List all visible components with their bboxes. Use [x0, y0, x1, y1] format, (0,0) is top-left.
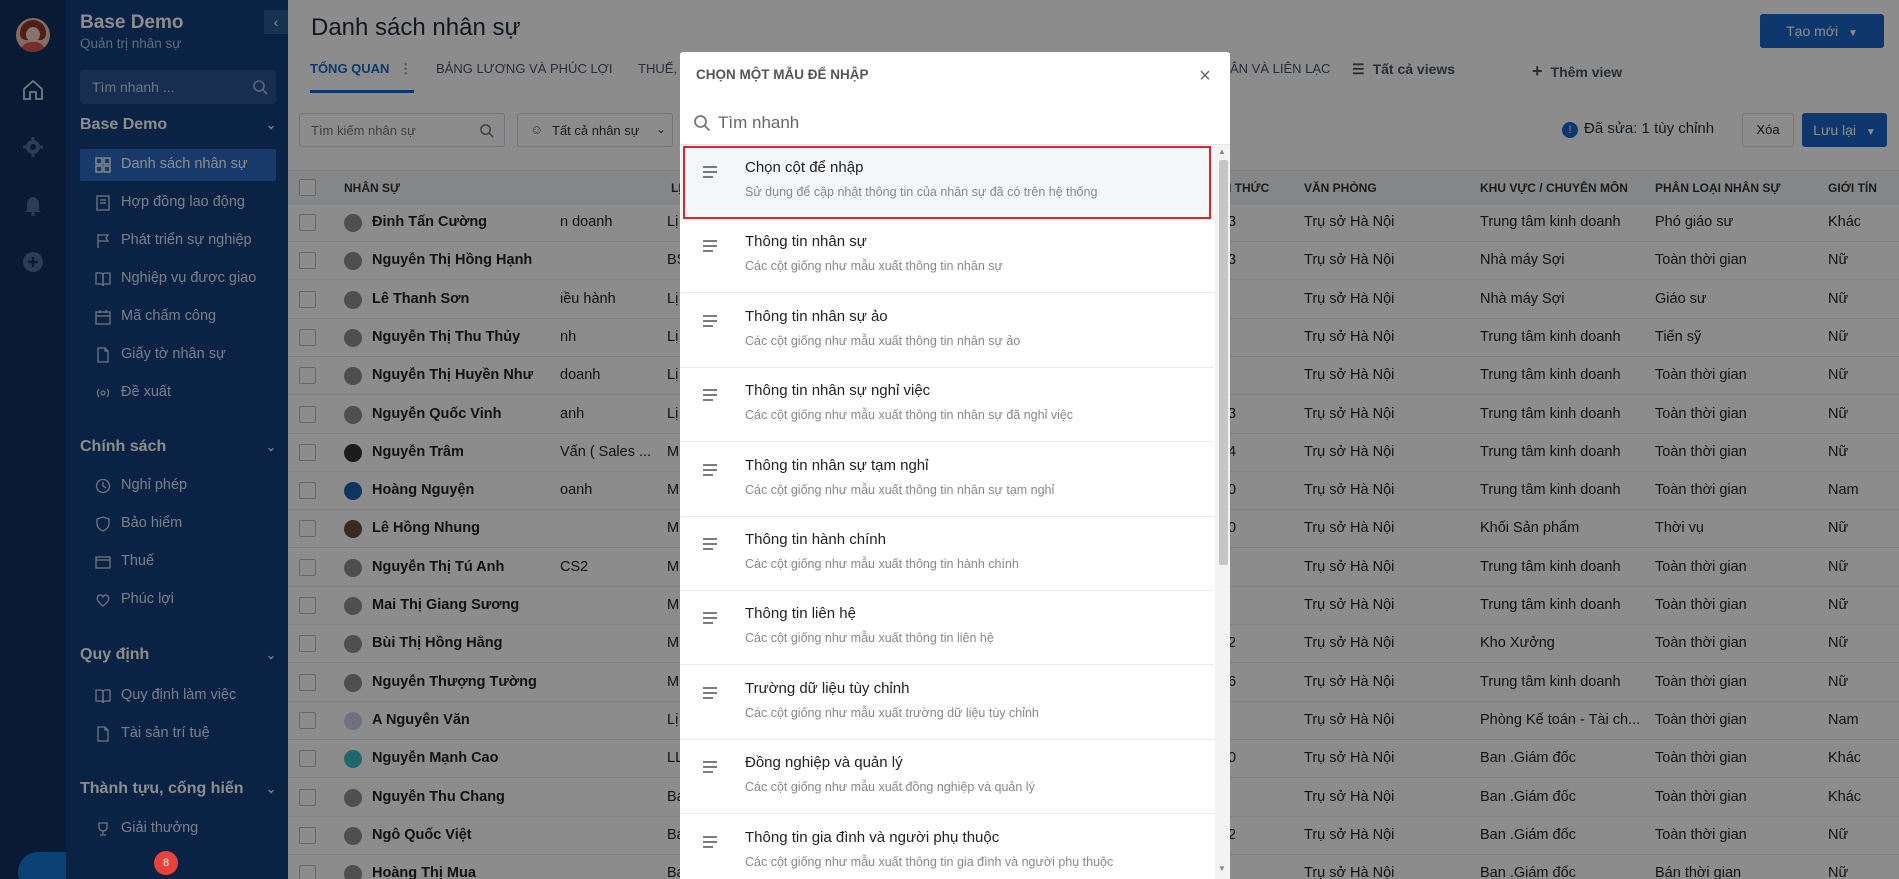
template-description: Các cột giống như mẫu xuất thông tin hàn…: [745, 557, 1019, 571]
template-description: Các cột giống như mẫu xuất thông tin liê…: [745, 631, 994, 646]
template-option[interactable]: Thông tin hành chính Các cột giống như mẫ…: [680, 517, 1214, 591]
lines-icon: [703, 463, 717, 476]
template-description: Các cột giống như mẫu xuất đồng nghiệp v…: [745, 780, 1035, 795]
template-list: Chọn cột để nhập Sử dụng để cập nhật thôn…: [680, 145, 1214, 879]
lines-icon: [703, 761, 717, 773]
template-option[interactable]: Thông tin nhân sự Các cột giống như mẫu x…: [680, 219, 1214, 294]
template-title: Thông tin nhân sự nghỉ việc: [745, 382, 931, 400]
template-description: Các cột giống như mẫu xuất thông tin gia…: [745, 854, 1114, 869]
lines-icon: [703, 612, 717, 625]
lines-icon: [703, 315, 717, 327]
template-title: Thông tin gia đình và người phụ thuộc: [745, 828, 1000, 846]
template-option[interactable]: Trường dữ liệu tùy chỉnh Các cột giống nh…: [680, 665, 1214, 740]
template-option[interactable]: Chọn cột để nhập Sử dụng để cập nhật thôn…: [680, 145, 1214, 219]
template-option[interactable]: Thông tin liên hệ Các cột giống như mẫu x…: [680, 591, 1214, 666]
template-title: Thông tin nhân sự ảo: [745, 307, 888, 325]
template-option[interactable]: Đồng nghiệp và quản lý Các cột giống như …: [680, 740, 1214, 815]
notification-badge[interactable]: 8: [154, 851, 178, 875]
import-template-modal: CHỌN MỘT MẪU ĐỂ NHẬP × Chọn cột để nhậpS…: [680, 52, 1230, 879]
lines-icon: [703, 240, 717, 253]
template-title: Trường dữ liệu tùy chỉnh: [745, 679, 910, 697]
template-option[interactable]: Thông tin nhân sự tạm nghỉ Các cột giống …: [680, 442, 1214, 517]
search-icon: [694, 115, 711, 132]
template-title: Thông tin nhân sự: [745, 233, 867, 251]
template-description: Các cột giống như mẫu xuất thông tin nhâ…: [745, 259, 1003, 274]
modal-search: [680, 102, 1230, 145]
modal-search-input[interactable]: [718, 108, 1208, 138]
lines-icon: [703, 687, 717, 699]
template-option[interactable]: Thông tin gia đình và người phụ thuộc Các…: [680, 814, 1214, 879]
lines-icon: [703, 538, 717, 550]
scroll-down-icon[interactable]: ▼: [1218, 864, 1226, 873]
close-icon[interactable]: ×: [1194, 65, 1216, 87]
template-title: Thông tin liên hệ: [745, 605, 856, 623]
template-description: Các cột giống như mẫu xuất thông tin nhâ…: [745, 333, 1021, 348]
template-description: Các cột giống như mẫu xuất thông tin nhâ…: [745, 408, 1074, 423]
template-option[interactable]: Thông tin nhân sự ảo Các cột giống như mẫ…: [680, 293, 1214, 368]
template-title: Thông tin nhân sự tạm nghỉ: [745, 456, 929, 474]
modal-header: CHỌN MỘT MẪU ĐỂ NHẬP ×: [680, 52, 1230, 102]
lines-icon: [703, 835, 717, 848]
scroll-up-icon[interactable]: ▲: [1218, 147, 1226, 156]
template-description: Các cột giống như mẫu xuất trường dữ liệ…: [745, 705, 1039, 720]
modal-title: CHỌN MỘT MẪU ĐỂ NHẬP: [696, 67, 869, 82]
template-title: Đồng nghiệp và quản lý: [745, 754, 903, 772]
template-description: Các cột giống như mẫu xuất thông tin nhâ…: [745, 482, 1055, 497]
template-title: Thông tin hành chính: [745, 531, 886, 548]
template-option[interactable]: Thông tin nhân sự nghỉ việc Các cột giống…: [680, 368, 1214, 443]
lines-icon: [703, 389, 717, 401]
selection-highlight: [683, 146, 1211, 219]
scrollbar-thumb[interactable]: [1219, 160, 1228, 565]
